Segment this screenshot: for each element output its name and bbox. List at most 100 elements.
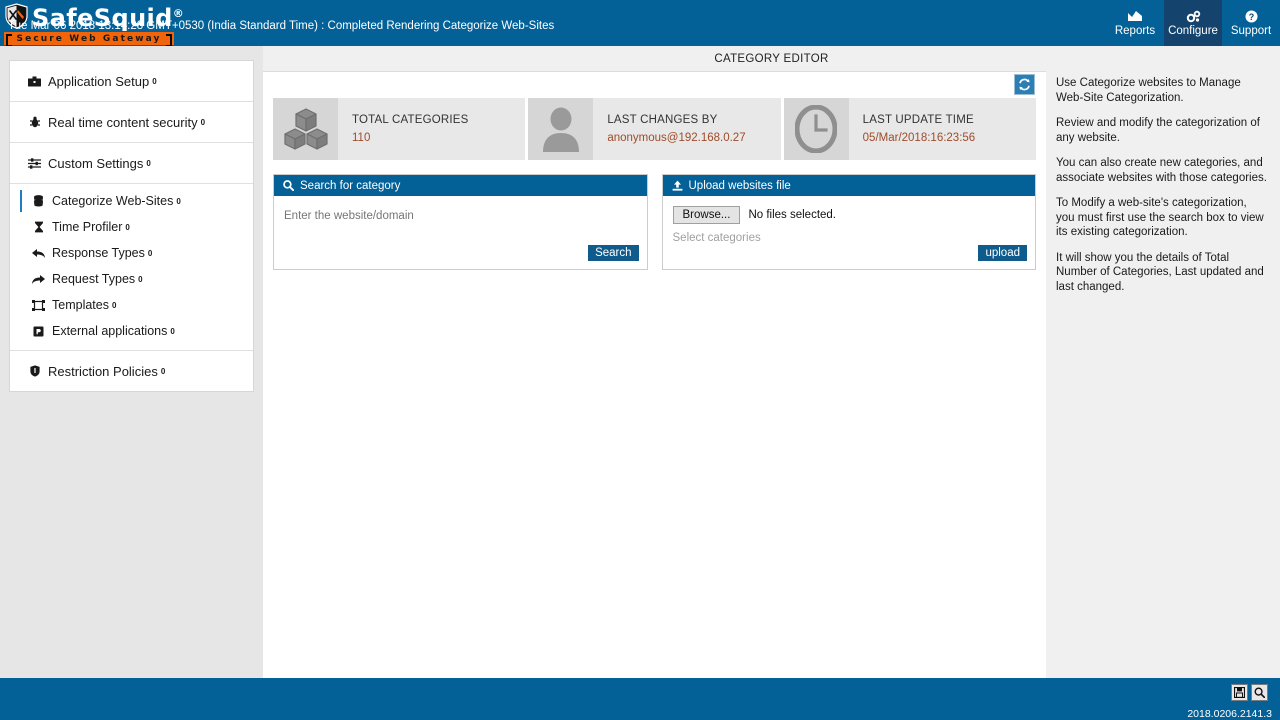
sidebar-column: Application Setup 0 Real time content se… bbox=[0, 46, 263, 678]
status-bar-buttons bbox=[1231, 684, 1268, 701]
sidebar-badge: 0 bbox=[152, 76, 157, 86]
save-button[interactable] bbox=[1231, 684, 1248, 701]
panel-header: Upload websites file bbox=[662, 175, 1035, 196]
version-label: 2018.0206.2141.3 bbox=[1187, 708, 1272, 720]
help-paragraph: Review and modify the categorization of … bbox=[1056, 117, 1260, 144]
card-body: TOTAL CATEGORIES 110 bbox=[338, 98, 525, 160]
svg-text:?: ? bbox=[1248, 12, 1254, 22]
upload-icon bbox=[672, 180, 682, 191]
panel-body: Browse... No files selected. Select cate… bbox=[663, 196, 1036, 269]
card-title: LAST CHANGES BY bbox=[607, 114, 718, 126]
sidebar-item-real-time-content-security[interactable]: Real time content security 0 bbox=[10, 102, 253, 142]
sidebar-label: Real time content security bbox=[48, 114, 198, 130]
card-value: 05/Mar/2018:16:23:56 bbox=[862, 132, 976, 144]
search-button[interactable]: Search bbox=[588, 245, 639, 261]
card-last-changes-by: LAST CHANGES BY anonymous@192.168.0.27 bbox=[528, 98, 781, 160]
sidebar-item-request-types[interactable]: Request Types 0 bbox=[10, 266, 253, 292]
upload-websites-file-panel: Upload websites file Browse... No files … bbox=[661, 174, 1036, 270]
cubes-icon bbox=[283, 108, 328, 150]
save-icon bbox=[1234, 687, 1245, 698]
action-panels: Search for category Search Upload websit… bbox=[263, 160, 1046, 270]
sidebar-badge: 0 bbox=[138, 274, 143, 284]
search-for-category-panel: Search for category Search bbox=[273, 174, 648, 270]
panel-header-label: Search for category bbox=[300, 179, 401, 192]
sidebar-label: Request Types bbox=[52, 272, 136, 286]
panel-header: Search for category bbox=[274, 175, 647, 196]
sidebar-badge: 0 bbox=[170, 326, 175, 336]
sidebar-label: Application Setup bbox=[48, 73, 150, 89]
refresh-icon bbox=[1019, 78, 1030, 91]
sidebar-item-custom-settings[interactable]: Custom Settings 0 bbox=[10, 143, 253, 183]
refresh-button[interactable] bbox=[1014, 74, 1035, 95]
share-icon bbox=[30, 274, 47, 285]
sidebar-badge: 0 bbox=[160, 366, 166, 376]
logo-tagline-bar: Secure Web Gateway bbox=[4, 32, 174, 47]
nav-item-configure[interactable]: Configure bbox=[1164, 0, 1222, 46]
sidebar-item-templates[interactable]: Templates 0 bbox=[10, 292, 253, 318]
sidebar-label: Restriction Policies bbox=[48, 363, 158, 379]
card-icon-wrap bbox=[273, 98, 338, 160]
sidebar-group: Restriction Policies 0 bbox=[10, 351, 253, 391]
sidebar-item-application-setup[interactable]: Application Setup 0 bbox=[10, 61, 253, 101]
sidebar-menu: Application Setup 0 Real time content se… bbox=[9, 60, 254, 392]
search-icon bbox=[1254, 687, 1265, 698]
search-toggle-button[interactable] bbox=[1251, 684, 1268, 701]
sidebar-label: Templates bbox=[52, 298, 109, 312]
sidebar-group: Application Setup 0 bbox=[10, 61, 253, 102]
sidebar-badge: 0 bbox=[200, 117, 206, 127]
upload-button[interactable]: upload bbox=[978, 245, 1027, 261]
card-total-categories: TOTAL CATEGORIES 110 bbox=[273, 98, 526, 160]
sidebar-label: Time Profiler bbox=[52, 220, 123, 234]
browse-button[interactable]: Browse... bbox=[672, 206, 741, 224]
application-window: SafeSquid® Secure Web Gateway Reports Co… bbox=[0, 0, 1280, 720]
summary-cards: TOTAL CATEGORIES 110 LAST CHANGES BY ano… bbox=[263, 98, 1046, 160]
card-title: TOTAL CATEGORIES bbox=[352, 114, 469, 126]
sidebar-label: External applications bbox=[52, 324, 168, 338]
card-body: LAST CHANGES BY anonymous@192.168.0.27 bbox=[593, 98, 780, 160]
sidebar-label: Categorize Web-Sites bbox=[52, 194, 174, 208]
card-body: LAST UPDATE TIME 05/Mar/2018:16:23:56 bbox=[849, 98, 1036, 160]
sidebar-label: Response Types bbox=[52, 246, 145, 260]
page-title: CATEGORY EDITOR bbox=[714, 52, 829, 65]
registered-mark: ® bbox=[172, 7, 185, 20]
status-bar bbox=[0, 678, 1280, 720]
sidebar-item-external-applications[interactable]: External applications 0 bbox=[10, 318, 253, 344]
nav-item-reports[interactable]: Reports bbox=[1106, 0, 1164, 46]
nav-label-support: Support bbox=[1230, 25, 1272, 37]
sidebar-badge: 0 bbox=[146, 158, 151, 168]
search-input[interactable] bbox=[284, 210, 637, 222]
select-categories-input[interactable]: Select categories bbox=[673, 232, 1026, 244]
external-app-icon bbox=[30, 326, 47, 337]
sidebar-badge: 0 bbox=[176, 196, 181, 206]
card-value: 110 bbox=[352, 132, 371, 144]
clock-icon bbox=[795, 105, 838, 153]
card-value: anonymous@192.168.0.27 bbox=[607, 132, 746, 144]
nav-item-support[interactable]: ? Support bbox=[1222, 0, 1280, 46]
sidebar-group: Real time content security 0 bbox=[10, 102, 253, 143]
sidebar-group-custom-settings-children: Categorize Web-Sites 0 Time Profiler 0 R… bbox=[10, 184, 253, 351]
shield-icon bbox=[26, 365, 43, 377]
sidebar-item-categorize-web-sites[interactable]: Categorize Web-Sites 0 bbox=[10, 188, 253, 214]
sidebar-badge: 0 bbox=[111, 300, 117, 310]
sidebar-item-response-types[interactable]: Response Types 0 bbox=[10, 240, 253, 266]
status-message: Tue Mar 06 2018 13:14:28 GMT+0530 (India… bbox=[8, 20, 555, 32]
sliders-icon bbox=[26, 157, 43, 169]
user-icon bbox=[542, 107, 579, 152]
sidebar-badge: 0 bbox=[147, 248, 153, 258]
help-paragraph: Use Categorize websites to Manage Web-Si… bbox=[1056, 77, 1241, 104]
search-icon bbox=[283, 180, 294, 191]
nav-label-configure: Configure bbox=[1168, 25, 1218, 37]
sidebar-item-time-profiler[interactable]: Time Profiler 0 bbox=[10, 214, 253, 240]
sidebar-item-restriction-policies[interactable]: Restriction Policies 0 bbox=[10, 351, 253, 391]
file-status-label: No files selected. bbox=[748, 209, 837, 221]
help-panel: Use Categorize websites to Manage Web-Si… bbox=[1046, 68, 1280, 678]
reply-icon bbox=[30, 248, 47, 259]
template-icon bbox=[30, 299, 47, 311]
panel-body: Search bbox=[274, 196, 647, 269]
help-paragraph: It will show you the details of Total Nu… bbox=[1056, 251, 1264, 293]
card-title: LAST UPDATE TIME bbox=[862, 114, 974, 126]
gears-icon bbox=[1186, 9, 1201, 23]
bug-icon bbox=[26, 116, 43, 128]
panel-header-label: Upload websites file bbox=[688, 179, 791, 192]
help-circle-icon: ? bbox=[1245, 9, 1258, 23]
